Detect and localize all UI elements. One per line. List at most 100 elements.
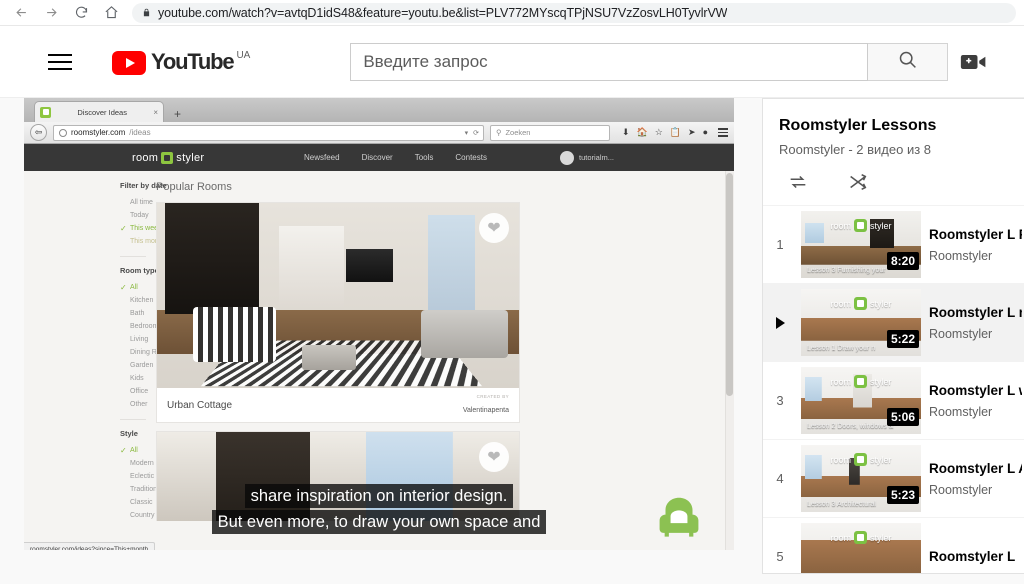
style-option-traditional[interactable]: Traditional	[120, 483, 162, 496]
roomstyler-watermark: room styler	[801, 453, 921, 466]
channel-name[interactable]: Roomstyler	[929, 326, 1022, 343]
armchair	[193, 306, 277, 363]
filter-option-this-week[interactable]: ✓ This week	[120, 222, 162, 235]
reload-icon[interactable]	[68, 1, 94, 25]
room-card-author[interactable]: Valentinapenta	[463, 407, 509, 414]
roomtype-option-living[interactable]: Living	[120, 333, 154, 346]
video-title[interactable]: Roomstyler L room	[929, 303, 1022, 322]
roomstyler-brand[interactable]: room styler	[132, 151, 204, 164]
list-item[interactable]: 5 room styler Roomstyler L	[763, 517, 1024, 573]
roomtype-option-kids[interactable]: Kids	[120, 372, 154, 385]
video-title[interactable]: Roomstyler L	[929, 547, 1022, 566]
roomtype-option-other[interactable]: Other	[120, 398, 154, 411]
video-duration: 8:20	[886, 252, 919, 270]
style-option-country[interactable]: Country	[120, 509, 155, 522]
video-thumbnail[interactable]: room styler Lesson 3 Architectural 5:23	[801, 445, 921, 512]
search-icon	[897, 49, 918, 75]
channel-name[interactable]: Roomstyler	[929, 482, 1022, 499]
nav-link-tools[interactable]: Tools	[415, 153, 434, 162]
list-item[interactable]: 1 room styler Lesson 3 Furnishing your 8…	[763, 205, 1024, 283]
back-arrow-icon[interactable]: ⇦	[30, 124, 47, 141]
inner-browser-tab[interactable]: Discover Ideas ×	[34, 101, 164, 122]
nav-link-contests[interactable]: Contests	[455, 153, 487, 162]
filter-option-all-time[interactable]: All time	[120, 196, 154, 209]
filter-heading-date: Filter by date	[120, 181, 167, 190]
brand-prefix: room	[132, 151, 159, 164]
roomtype-option-garden[interactable]: Garden	[120, 359, 154, 372]
search-input[interactable]	[350, 42, 869, 81]
watermark-prefix: room	[830, 220, 851, 231]
forward-icon[interactable]	[38, 1, 64, 25]
home-icon[interactable]: 🏠	[637, 128, 648, 137]
check-icon: ✓	[120, 224, 127, 233]
room-card[interactable]: ❤ Urban Cottage CREATED BY Valentinapent…	[156, 202, 520, 423]
video-thumbnail[interactable]: room styler Lesson 3 Furnishing your 8:2…	[801, 211, 921, 278]
style-option-classic[interactable]: Classic	[120, 496, 154, 509]
shuffle-icon[interactable]	[845, 169, 871, 195]
video-thumbnail[interactable]: room styler Lesson 2 Doors, windows & 5:…	[801, 367, 921, 434]
chevron-down-icon[interactable]: ▾	[465, 129, 469, 137]
channel-name[interactable]: Roomstyler	[929, 248, 1022, 265]
video-title[interactable]: Roomstyler L Furnishing yo	[929, 225, 1022, 244]
nav-link-newsfeed[interactable]: Newsfeed	[304, 153, 340, 162]
star-icon[interactable]: ☆	[655, 128, 663, 137]
video-title[interactable]: Roomstyler L Architectural	[929, 459, 1022, 478]
video-title[interactable]: Roomstyler L windows & s	[929, 381, 1022, 400]
url-text: youtube.com/watch?v=avtqD1idS48&feature=…	[158, 5, 728, 20]
item-meta: Roomstyler L windows & s Roomstyler	[929, 381, 1024, 421]
video-player[interactable]: Discover Ideas × + ⇦ roomstyler.com/idea…	[24, 98, 734, 550]
list-item[interactable]: 3 room styler Lesson 2 Doors, windows & …	[763, 361, 1024, 439]
roomtype-option-dining-room[interactable]: Dining Room	[120, 346, 170, 359]
avatar	[559, 150, 574, 165]
inner-search-box[interactable]: ⚲ Zoeken	[489, 124, 610, 141]
list-item[interactable]: 4 room styler Lesson 3 Architectural 5:2…	[763, 439, 1024, 517]
send-icon[interactable]: ➤	[688, 128, 696, 137]
filter-label: Country	[130, 512, 155, 519]
filter-label: Living	[130, 336, 149, 343]
room-card-second[interactable]: ❤	[156, 431, 520, 521]
new-tab-button[interactable]: +	[174, 108, 181, 120]
roomtype-option-bath[interactable]: Bath	[120, 307, 154, 320]
address-bar[interactable]: youtube.com/watch?v=avtqD1idS48&feature=…	[132, 2, 1016, 23]
download-icon[interactable]: ⬇	[622, 128, 630, 137]
video-thumbnail[interactable]: room styler	[801, 523, 921, 573]
back-icon[interactable]	[8, 1, 34, 25]
scrollbar-thumb[interactable]	[726, 173, 733, 396]
item-index: 1	[776, 237, 784, 252]
loop-icon[interactable]	[785, 169, 811, 195]
heart-icon[interactable]: ❤	[479, 213, 509, 243]
filter-heading-room-types: Room types	[120, 266, 163, 275]
search-button[interactable]	[868, 42, 949, 81]
roomtype-option-all[interactable]: ✓ All	[120, 281, 154, 294]
style-option-all[interactable]: ✓ All	[120, 444, 154, 457]
style-option-modern[interactable]: Modern	[120, 457, 154, 470]
clipboard-icon[interactable]: 📋	[670, 128, 681, 137]
roomtype-option-office[interactable]: Office	[120, 385, 154, 398]
filter-label: Kids	[130, 375, 144, 382]
hamburger-menu-icon[interactable]	[40, 42, 80, 82]
video-thumbnail[interactable]: room styler Lesson 1 Draw your n 5:22	[801, 289, 921, 356]
reload-icon[interactable]: ⟳	[473, 129, 479, 137]
lock-icon	[142, 7, 151, 18]
heart-icon[interactable]: ❤	[479, 442, 509, 472]
home-icon[interactable]	[98, 1, 124, 25]
list-item[interactable]: room styler Lesson 1 Draw your n 5:22 Ro…	[763, 283, 1024, 361]
filter-label: Garden	[130, 362, 154, 369]
youtube-logo[interactable]: YouTube UA	[112, 49, 250, 75]
nav-link-discover[interactable]: Discover	[362, 153, 393, 162]
roomtype-option-bedroom[interactable]: Bedroom	[120, 320, 158, 333]
chat-icon[interactable]: ●	[703, 128, 708, 137]
filter-option-today[interactable]: Today	[120, 209, 154, 222]
menu-icon[interactable]	[718, 128, 728, 137]
inner-address-bar[interactable]: roomstyler.com/ideas ▾ ⟳	[53, 124, 484, 141]
style-option-eclectic[interactable]: Eclectic	[120, 470, 154, 483]
video-duration: 5:22	[886, 330, 919, 348]
close-icon[interactable]: ×	[153, 108, 158, 117]
channel-name[interactable]: Roomstyler	[929, 404, 1022, 421]
play-icon	[775, 316, 785, 329]
user-menu[interactable]: tutorialm...	[559, 150, 614, 165]
filter-option-this-month[interactable]: This month	[120, 235, 165, 248]
roomtype-option-kitchen[interactable]: Kitchen	[120, 294, 154, 307]
scrollbar[interactable]	[725, 171, 734, 550]
create-video-icon[interactable]	[960, 51, 988, 73]
